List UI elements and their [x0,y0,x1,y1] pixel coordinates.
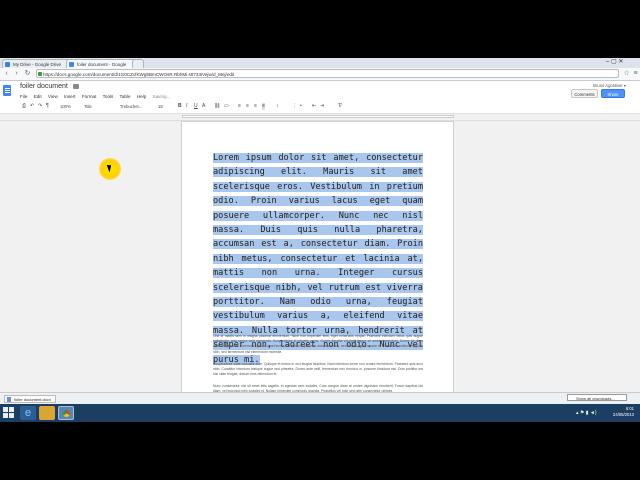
font-size-select[interactable]: 18 [158,103,163,110]
url-text: https://docs.google.com/document/d/1G0CZ… [43,72,235,77]
menu-tools[interactable]: Tools [103,94,114,99]
download-filename: foiler document.docx [14,397,51,402]
show-all-downloads-link[interactable]: Show all downloads... [567,394,627,401]
menu-file[interactable]: File [20,94,27,99]
numbered-list-icon[interactable]: ⋮ [292,103,297,110]
docs-icon [69,62,74,67]
taskbar: e ▴ ⚑ ▮ ◄) 6:01 24/05/2013 [0,404,640,422]
clear-formatting-icon[interactable]: T̸ [338,103,341,110]
file-explorer-icon[interactable] [39,406,55,420]
download-item[interactable]: foiler document.docx [4,395,56,403]
menu-table[interactable]: Table [120,94,131,99]
tab-label: foiler document - Google [77,62,127,67]
file-icon [7,397,11,402]
docs-logo-icon[interactable] [3,85,11,96]
reload-icon[interactable]: ↻ [23,69,32,78]
comment-icon[interactable]: ▭ [224,103,229,110]
url-input[interactable]: https://docs.google.com/document/d/1G0CZ… [36,69,619,78]
share-button[interactable]: Share [601,89,625,98]
selection-highlight: Lorem ipsum dolor sit amet, consectetur … [213,153,423,365]
menu-format[interactable]: Format [82,94,97,99]
address-bar: ‹ › ↻ https://docs.google.com/document/d… [0,68,640,81]
text-color-icon[interactable]: A [202,103,205,110]
chrome-icon[interactable] [58,406,74,420]
menu-icon[interactable]: ≡ [631,69,640,78]
link-icon[interactable]: ⛓ [214,103,220,110]
user-account[interactable]: Bruno Agostiver ▾ [593,83,626,88]
tab-label: My Drive - Google Drive [13,62,62,67]
forward-icon[interactable]: › [12,69,21,78]
cursor-arrow-icon [106,163,114,173]
bold-icon[interactable]: B [178,103,182,110]
internet-explorer-icon[interactable]: e [20,406,36,420]
undo-icon[interactable]: ↶ [30,103,34,110]
line-spacing-icon[interactable]: ↕ [276,103,279,110]
decrease-indent-icon[interactable]: ⇤ [312,103,316,110]
mouse-cursor-highlight [99,158,121,180]
star-bookmark-icon[interactable]: ☆ [622,69,631,78]
bulleted-list-icon[interactable]: • [300,103,302,110]
document-page[interactable]: Lorem ipsum dolor sit amet, consectetur … [181,121,454,422]
document-title[interactable]: foiler document [20,83,68,90]
clock[interactable]: 6:01 24/05/2013 [613,406,634,418]
font-select[interactable]: Trebuchet... [120,103,142,110]
menu-insert[interactable]: Insert [64,94,76,99]
paint-format-icon[interactable]: ¶ [46,103,49,110]
saving-status: Saving... [152,94,171,99]
body-paragraph[interactable]: Suspendisse vitae convallis ante. Quisqu… [213,362,423,378]
windows-start-icon[interactable] [3,407,15,419]
browser-window: My Drive - Google Drive × foiler documen… [0,58,640,422]
align-center-icon[interactable]: ≡ [246,103,249,110]
comments-button[interactable]: Comments [571,89,598,98]
style-select[interactable]: Title [84,103,92,110]
drive-icon [5,62,10,67]
tab-bar: My Drive - Google Drive × foiler documen… [0,58,640,69]
body-paragraph[interactable]: Orci id mattis sem in magna placerat ele… [213,334,423,355]
system-tray-icons[interactable]: ▴ ⚑ ▮ ◄) [576,410,597,416]
star-icon[interactable]: ☆ [63,83,68,90]
redo-icon[interactable]: ↷ [38,103,42,110]
zoom-select[interactable]: 100% [60,103,71,110]
ruler-track [182,115,454,118]
increase-indent-icon[interactable]: ⇥ [320,103,324,110]
clock-date: 24/05/2013 [613,412,634,417]
ruler[interactable] [0,114,640,121]
back-icon[interactable]: ‹ [2,69,11,78]
menu-bar: File Edit View Insert Format Tools Table… [20,94,175,99]
menu-view[interactable]: View [48,94,58,99]
align-left-icon[interactable]: ≡ [238,103,241,110]
formatting-toolbar: ⎙ ↶ ↷ ¶ 100% Title Trebuchet... 18 B I U… [0,100,640,114]
italic-icon[interactable]: I [186,103,187,110]
align-justify-icon[interactable]: ≡ [262,103,265,110]
print-icon[interactable]: ⎙ [22,103,26,110]
folder-icon[interactable] [73,84,79,89]
lock-icon [38,72,42,76]
align-right-icon[interactable]: ≡ [254,103,257,110]
underline-icon[interactable]: U [194,103,198,110]
window-controls[interactable]: – ▢ ✕ [606,58,623,67]
menu-edit[interactable]: Edit [34,94,42,99]
menu-help[interactable]: Help [137,94,146,99]
